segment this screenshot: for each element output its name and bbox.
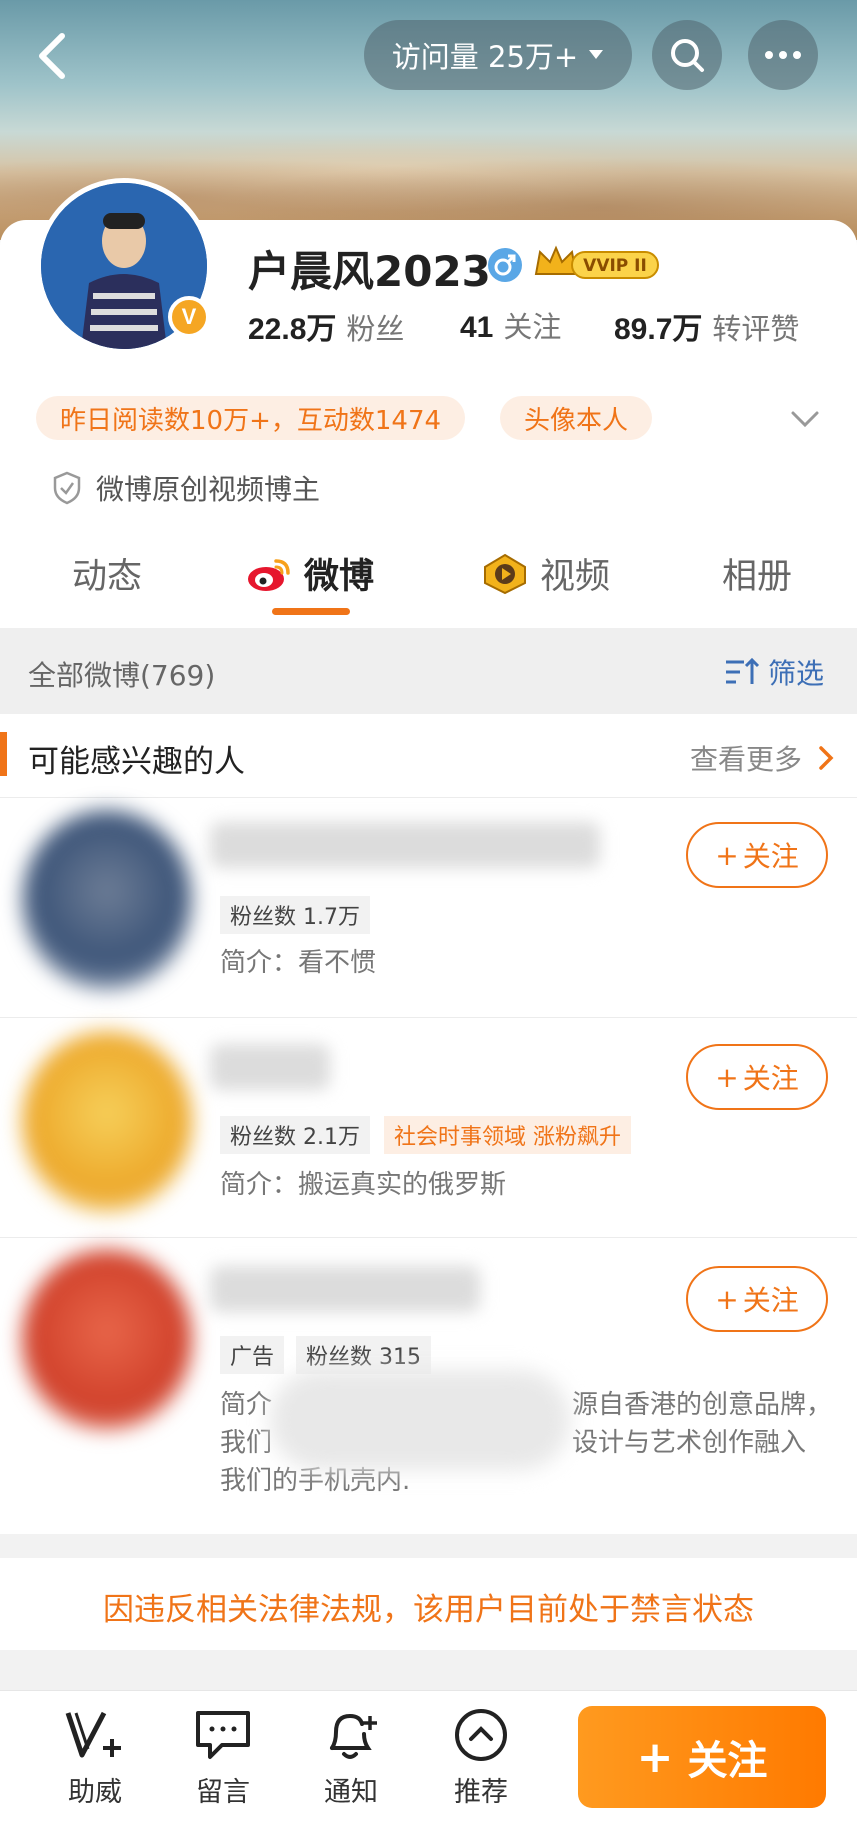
- recommend-avatar[interactable]: [22, 1032, 192, 1212]
- trending-chip: 社会时事领域 涨粉飙升: [384, 1116, 631, 1154]
- fans-count-chip: 粉丝数 315: [296, 1336, 431, 1374]
- fans-count-chip: 粉丝数 1.7万: [220, 896, 370, 934]
- recommend-avatar[interactable]: [22, 810, 192, 990]
- visits-dropdown[interactable]: 访问量 25万+: [364, 20, 632, 90]
- certification-text: 微博原创视频博主: [96, 473, 321, 506]
- follow-main-button[interactable]: + 关注: [578, 1706, 826, 1808]
- follow-label: 关注: [742, 1062, 799, 1095]
- message-button[interactable]: 留言: [168, 1704, 278, 1809]
- recommend-bio-line: 设计与艺术创作融入: [572, 1428, 807, 1458]
- visits-label: 访问量 25万+: [391, 40, 579, 74]
- more-dots-icon: [765, 51, 801, 59]
- blurred-bio: [270, 1370, 570, 1470]
- all-weibo-count: 全部微博(769): [28, 659, 216, 692]
- recommend-bio-line: 简介: [220, 1390, 273, 1420]
- recommend-bio-line: 源自香港的创意品牌，: [572, 1390, 833, 1420]
- back-arrow-icon: [39, 33, 65, 79]
- search-icon: [671, 39, 704, 72]
- tab-feed-label: 动态: [72, 557, 143, 597]
- tab-weibo-label: 微博: [304, 557, 375, 597]
- comment-bubble-icon: [196, 1711, 250, 1759]
- filter-sort-icon: [726, 657, 760, 684]
- follow-button[interactable]: + 关注: [686, 1044, 828, 1110]
- notify-label: 通知: [324, 1777, 378, 1808]
- cheer-v-plus-icon: [65, 1711, 121, 1758]
- crown-badge-icon: VVIP II: [534, 245, 659, 279]
- stat-following[interactable]: 41 关注: [460, 304, 561, 346]
- follow-button[interactable]: + 关注: [686, 822, 828, 888]
- bell-plus-icon: [330, 1713, 377, 1759]
- follow-button[interactable]: + 关注: [686, 1266, 828, 1332]
- tab-feed[interactable]: 动态: [72, 548, 142, 599]
- more-button[interactable]: [748, 20, 818, 90]
- stat-interactions[interactable]: 89.7万 转评赞: [614, 304, 799, 348]
- video-badge-icon: [484, 553, 526, 594]
- cheer-button[interactable]: 助威: [40, 1704, 150, 1809]
- plus-icon: +: [715, 1060, 739, 1094]
- see-more-label: 查看更多: [690, 743, 803, 776]
- svg-text:VVIP II: VVIP II: [583, 256, 647, 276]
- recommend-bio: 简介：看不惯: [220, 948, 377, 978]
- chevron-down-icon: [791, 411, 819, 428]
- recommend-bio-line: 我们: [220, 1428, 273, 1458]
- recommend-bio: 简介：搬运真实的俄罗斯: [220, 1170, 507, 1200]
- expand-button[interactable]: [790, 404, 820, 434]
- caret-down-icon: [589, 50, 604, 59]
- see-more-link[interactable]: 查看更多: [690, 738, 834, 778]
- follow-label: 关注: [742, 840, 799, 873]
- tab-album-label: 相册: [722, 557, 793, 597]
- blurred-username: [210, 822, 600, 868]
- filter-label: 筛选: [768, 657, 825, 690]
- notify-button[interactable]: 通知: [296, 1704, 406, 1809]
- cheer-label: 助威: [68, 1777, 122, 1808]
- plus-icon: +: [636, 1731, 674, 1783]
- section-accent-bar: [0, 732, 7, 776]
- verified-badge-icon: V: [168, 296, 210, 338]
- ad-chip: 广告: [220, 1336, 285, 1374]
- certification: 微博原创视频博主: [52, 468, 320, 508]
- shield-check-icon: [53, 471, 81, 505]
- recommend-button[interactable]: 推荐: [426, 1704, 536, 1809]
- chevron-right-icon: [819, 746, 834, 770]
- tab-video[interactable]: 视频: [482, 548, 610, 599]
- tab-weibo[interactable]: 微博: [246, 548, 374, 599]
- stat-interactions-label: 转评赞: [712, 312, 800, 346]
- fans-count-chip: 粉丝数 2.1万: [220, 1116, 370, 1154]
- profile-name: 户晨风2023: [248, 247, 491, 296]
- stat-fans-value: 22.8万: [248, 313, 337, 346]
- male-gender-icon: [488, 248, 522, 282]
- stat-following-value: 41: [460, 311, 494, 344]
- plus-icon: +: [715, 1282, 739, 1316]
- blurred-username: [210, 1044, 330, 1090]
- stat-fans[interactable]: 22.8万 粉丝: [248, 304, 404, 348]
- weibo-logo-icon: [248, 558, 290, 591]
- recommend-title: 可能感兴趣的人: [28, 744, 245, 780]
- chevron-up-circle-icon: [455, 1709, 507, 1761]
- stat-following-label: 关注: [503, 310, 562, 344]
- message-label: 留言: [196, 1777, 250, 1808]
- filter-button[interactable]: 筛选: [724, 652, 824, 692]
- back-button[interactable]: [28, 28, 78, 84]
- blurred-username: [210, 1266, 480, 1312]
- avatar-verified-tag[interactable]: 头像本人: [500, 396, 653, 440]
- recommend-label: 推荐: [454, 1777, 508, 1808]
- search-button[interactable]: [652, 20, 722, 90]
- stat-interactions-value: 89.7万: [614, 313, 703, 346]
- follow-main-label: 关注: [687, 1738, 768, 1784]
- plus-icon: +: [715, 838, 739, 872]
- recommend-avatar[interactable]: [22, 1250, 192, 1430]
- ban-notice: 因违反相关法律法规，该用户目前处于禁言状态: [103, 1592, 754, 1628]
- tab-video-label: 视频: [540, 557, 611, 597]
- reading-stats-tag[interactable]: 昨日阅读数10万+，互动数1474: [36, 396, 466, 440]
- stat-fans-label: 粉丝: [346, 312, 405, 346]
- vvip-badge[interactable]: VVIP II: [532, 244, 662, 282]
- follow-label: 关注: [742, 1284, 799, 1317]
- tab-album[interactable]: 相册: [722, 548, 792, 599]
- active-tab-indicator: [272, 608, 350, 615]
